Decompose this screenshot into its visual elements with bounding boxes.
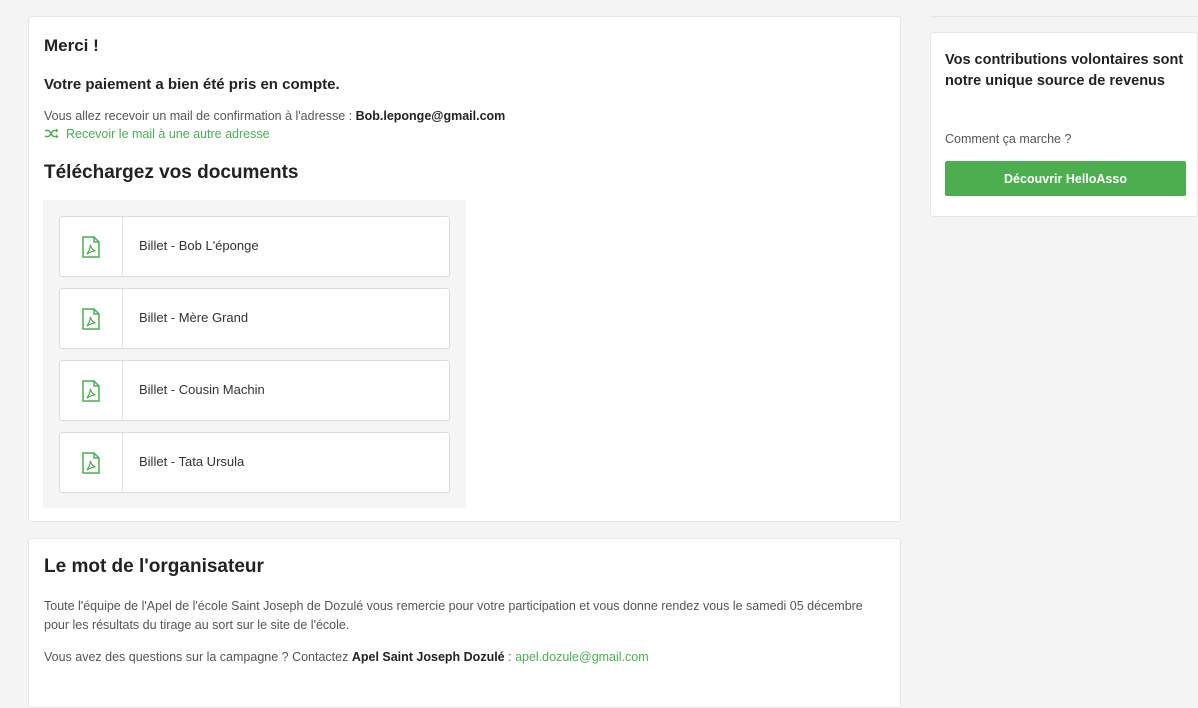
document-label: Billet - Mère Grand: [139, 310, 249, 325]
payment-status: Votre paiement a bien été pris en compte…: [44, 76, 340, 93]
sidebar-top-divider: [930, 16, 1198, 17]
contact-separator: :: [504, 650, 516, 664]
document-icon-cell: [60, 433, 123, 492]
contact-name: Apel Saint Joseph Dozulé: [351, 650, 505, 664]
thanks-heading: Merci !: [44, 36, 99, 55]
mail-address: Bob.leponge@gmail.com: [355, 109, 506, 123]
document-icon-cell: [60, 289, 123, 348]
organizer-title: Le mot de l'organisateur: [44, 556, 264, 577]
pdf-icon: [82, 307, 100, 330]
document-item[interactable]: Billet - Mère Grand: [59, 288, 450, 349]
organizer-message: Toute l'équipe de l'Apel de l'école Sain…: [44, 599, 863, 632]
other-address-label: Recevoir le mail à une autre adresse: [66, 127, 270, 141]
shuffle-icon: [45, 128, 59, 139]
confirmation-mail-text: Vous allez recevoir un mail de confirmat…: [44, 109, 505, 123]
discover-helloasso-button[interactable]: Découvrir HelloAsso: [945, 161, 1186, 196]
organizer-card: Le mot de l'organisateur Toute l'équipe …: [28, 538, 901, 708]
confirmation-card: Merci ! Votre paiement a bien été pris e…: [28, 16, 901, 522]
organizer-contact: Vous avez des questions sur la campagne …: [44, 650, 649, 664]
contact-email-link[interactable]: apel.dozule@gmail.com: [515, 650, 649, 664]
document-item[interactable]: Billet - Cousin Machin: [59, 360, 450, 421]
pdf-icon: [82, 451, 100, 474]
other-address-link[interactable]: Recevoir le mail à une autre adresse: [44, 127, 270, 141]
document-label: Billet - Tata Ursula: [139, 454, 245, 469]
pdf-icon: [82, 379, 100, 402]
document-label: Billet - Cousin Machin: [139, 382, 265, 397]
contact-prefix: Vous avez des questions sur la campagne …: [44, 650, 352, 664]
document-item[interactable]: Billet - Tata Ursula: [59, 432, 450, 493]
document-icon-cell: [60, 217, 123, 276]
documents-list: Billet - Bob L'éponge Billet - Mère Gran…: [43, 200, 466, 508]
mail-prefix: Vous allez recevoir un mail de confirmat…: [44, 109, 356, 123]
document-item[interactable]: Billet - Bob L'éponge: [59, 216, 450, 277]
document-label: Billet - Bob L'éponge: [139, 238, 259, 253]
how-it-works-link[interactable]: Comment ça marche ?: [945, 132, 1071, 146]
pdf-icon: [82, 235, 100, 258]
document-icon-cell: [60, 361, 123, 420]
documents-title: Téléchargez vos documents: [44, 162, 299, 183]
contribution-title: Vos contributions volontaires sont notre…: [945, 52, 1184, 89]
helloasso-card: Vos contributions volontaires sont notre…: [930, 32, 1198, 217]
